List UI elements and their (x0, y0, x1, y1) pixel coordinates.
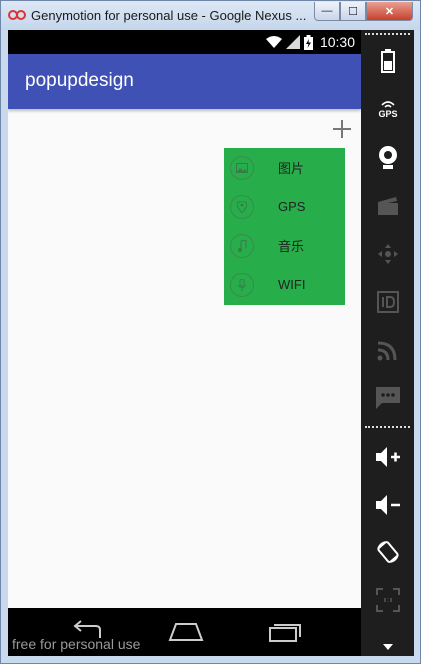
maximize-button[interactable]: ☐ (340, 2, 366, 21)
music-note-icon (230, 234, 254, 258)
microphone-icon (230, 273, 254, 297)
rotate-icon[interactable] (373, 537, 403, 567)
popup-item-label: GPS (278, 199, 306, 214)
close-button[interactable]: ✕ (366, 2, 413, 21)
android-screen[interactable]: 10:30 popupdesign 图片 GPS 音乐 WIFI (8, 30, 361, 608)
status-icons: 10:30 (265, 34, 355, 50)
popup-item-gps[interactable]: GPS (224, 187, 345, 226)
window-title: Genymotion for personal use - Google Nex… (31, 8, 307, 23)
toolbar-divider (365, 426, 410, 428)
recents-icon[interactable] (266, 620, 302, 644)
image-icon (230, 156, 254, 180)
gps-icon[interactable]: GPS (373, 94, 403, 124)
window-titlebar[interactable]: Genymotion for personal use - Google Nex… (1, 1, 420, 30)
scale-icon[interactable] (373, 585, 403, 615)
location-pin-icon (230, 195, 254, 219)
genymotion-toolbar: GPS (361, 30, 414, 656)
rss-icon[interactable] (373, 335, 403, 365)
wifi-icon (265, 36, 282, 48)
sms-icon[interactable] (373, 383, 403, 413)
popup-menu: 图片 GPS 音乐 WIFI (224, 148, 345, 305)
minimize-button[interactable]: — (314, 2, 340, 21)
home-icon[interactable] (168, 620, 204, 644)
genymotion-logo-icon (8, 10, 26, 20)
plus-icon[interactable] (333, 120, 351, 138)
signal-icon (285, 35, 300, 49)
scroll-down-icon[interactable] (383, 644, 393, 650)
video-clapper-icon[interactable] (373, 191, 403, 221)
dpad-icon[interactable] (373, 239, 403, 269)
status-time: 10:30 (319, 34, 355, 50)
popup-item-label: 图片 (278, 161, 305, 176)
popup-item-music[interactable]: 音乐 (224, 226, 345, 265)
toolbar-divider (365, 33, 410, 35)
popup-item-image[interactable]: 图片 (224, 148, 345, 187)
gps-label: GPS (378, 109, 398, 119)
status-bar: 10:30 (8, 30, 361, 54)
id-icon[interactable] (373, 287, 403, 317)
battery-charging-icon (303, 34, 313, 50)
popup-item-label: 音乐 (278, 239, 305, 254)
app-bar: popupdesign (8, 54, 361, 109)
volume-down-icon[interactable] (373, 490, 403, 520)
webcam-icon[interactable] (373, 142, 403, 172)
battery-icon[interactable] (373, 46, 403, 76)
app-title: popupdesign (25, 70, 134, 91)
watermark: free for personal use (12, 636, 141, 652)
volume-up-icon[interactable] (373, 442, 403, 472)
popup-item-wifi[interactable]: WIFI (224, 265, 345, 304)
popup-item-label: WIFI (278, 277, 306, 292)
